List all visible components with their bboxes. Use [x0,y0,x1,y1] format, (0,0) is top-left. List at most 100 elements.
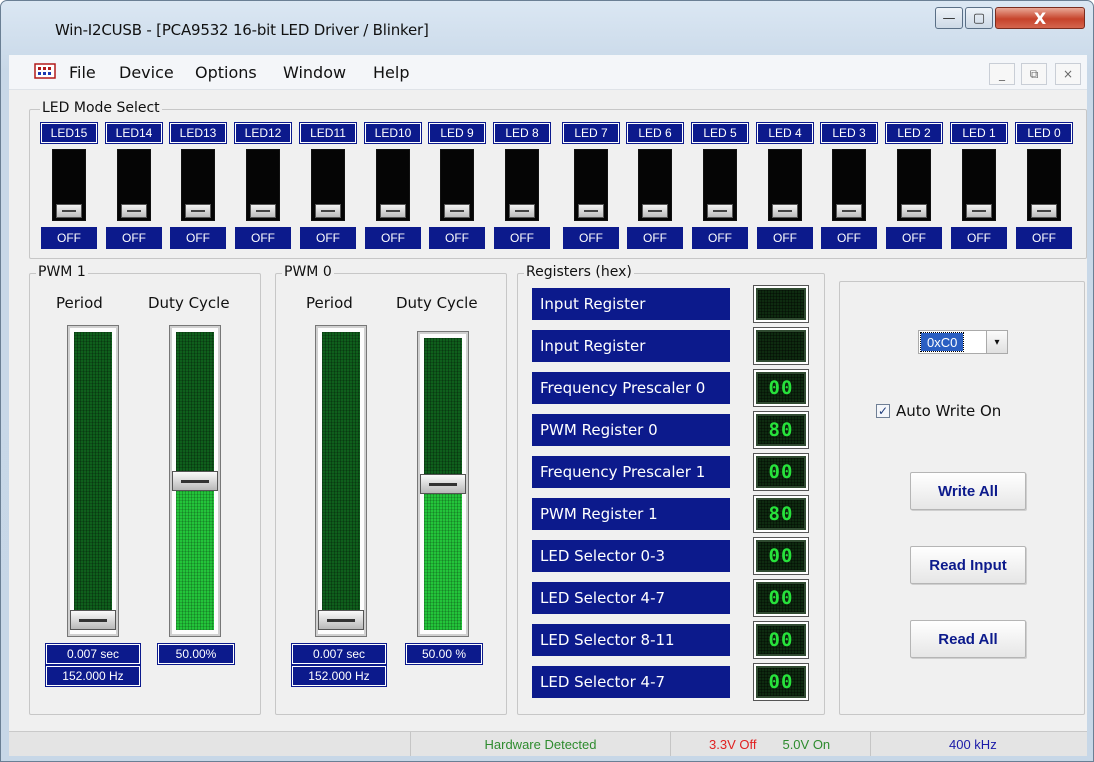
status-voltage: 3.3V Off 5.0V On [671,732,871,756]
led-mode-switch[interactable] [574,149,608,221]
led-mode-switch[interactable] [246,149,280,221]
pwm1-title: PWM 1 [36,264,88,280]
led-mode-switch[interactable] [703,149,737,221]
menu-bar: File Device Options Window Help _ ⧉ × [9,55,1087,90]
switch-knob[interactable] [315,204,341,218]
register-value [758,332,804,360]
address-select[interactable]: 0xC0 ▾ [918,330,1008,354]
switch-knob[interactable] [185,204,211,218]
checkmark-icon: ✓ [877,404,889,418]
status-bar: Hardware Detected 3.3V Off 5.0V On 400 k… [9,731,1087,756]
switch-knob[interactable] [772,204,798,218]
led-mode-switch[interactable] [376,149,410,221]
switch-knob[interactable] [836,204,862,218]
address-value: 0xC0 [919,332,965,352]
write-all-button[interactable]: Write All [910,472,1026,510]
led-state: OFF [365,227,421,249]
led-state: OFF [429,227,485,249]
led-mode-switch[interactable] [440,149,474,221]
led-mode-title: LED Mode Select [40,100,162,116]
pwm0-period-slider[interactable] [315,325,367,637]
mdi-minimize-button[interactable]: _ [989,63,1015,85]
led-label: LED 6 [626,122,684,144]
led-mode-switch[interactable] [897,149,931,221]
led-label: LED 9 [428,122,486,144]
chevron-down-icon[interactable]: ▾ [986,331,1007,353]
led-state: OFF [886,227,942,249]
led-mode-switch[interactable] [638,149,672,221]
register-label: LED Selector 8-11 [532,624,730,656]
register-value: 80 [758,500,804,528]
led-label: LED 5 [691,122,749,144]
auto-write-label[interactable]: Auto Write On [896,402,1001,420]
register-value: 00 [758,374,804,402]
led-state: OFF [300,227,356,249]
slider-thumb[interactable] [420,474,466,494]
register-value: 00 [758,542,804,570]
menu-help[interactable]: Help [373,63,409,82]
switch-knob[interactable] [56,204,82,218]
switch-knob[interactable] [380,204,406,218]
menu-window[interactable]: Window [283,63,346,82]
title-bar[interactable]: Win-I2CUSB - [PCA9532 16-bit LED Driver … [1,1,1093,55]
slider-thumb[interactable] [70,610,116,630]
switch-knob[interactable] [707,204,733,218]
menu-file[interactable]: File [69,63,96,82]
led-state: OFF [627,227,683,249]
led-mode-switch[interactable] [505,149,539,221]
slider-thumb[interactable] [172,471,218,491]
pwm0-duty-readout: 50.00 % [405,643,483,665]
status-speed-text: 400 kHz [949,736,997,752]
control-panel: 0xC0 ▾ ✓ Auto Write On Write All Read In… [839,281,1085,715]
menu-device[interactable]: Device [119,63,174,82]
led-mode-switch[interactable] [832,149,866,221]
app-icon[interactable] [34,61,56,81]
led-mode-switch[interactable] [117,149,151,221]
led-state: OFF [757,227,813,249]
switch-knob[interactable] [444,204,470,218]
pwm1-duty-readout: 50.00% [157,643,235,665]
led-mode-switch[interactable] [1027,149,1061,221]
maximize-icon: ▢ [972,10,986,26]
minimize-icon: — [942,10,956,26]
switch-knob[interactable] [642,204,668,218]
switch-knob[interactable] [578,204,604,218]
mdi-close-button[interactable]: × [1055,63,1081,85]
register-display: 80 [753,495,809,533]
minimize-icon: _ [999,67,1005,81]
slider-thumb[interactable] [318,610,364,630]
read-all-button[interactable]: Read All [910,620,1026,658]
read-input-button[interactable]: Read Input [910,546,1026,584]
menu-options[interactable]: Options [195,63,257,82]
led-mode-switch[interactable] [962,149,996,221]
register-display [753,285,809,323]
pwm1-period-slider[interactable] [67,325,119,637]
switch-knob[interactable] [901,204,927,218]
led-mode-switch[interactable] [768,149,802,221]
pwm1-duty-slider[interactable] [169,325,221,637]
close-button[interactable]: X [995,7,1085,29]
pwm0-duty-slider[interactable] [417,331,469,637]
register-label: LED Selector 0-3 [532,540,730,572]
register-label: Input Register [532,330,730,362]
register-label: Frequency Prescaler 0 [532,372,730,404]
switch-knob[interactable] [250,204,276,218]
mdi-restore-button[interactable]: ⧉ [1021,63,1047,85]
switch-knob[interactable] [509,204,535,218]
register-display: 00 [753,369,809,407]
slider-track [74,332,112,630]
led-mode-switch[interactable] [181,149,215,221]
register-display: 00 [753,579,809,617]
register-display: 00 [753,621,809,659]
pwm1-duty-label: Duty Cycle [148,294,230,312]
switch-knob[interactable] [966,204,992,218]
maximize-button[interactable]: ▢ [965,7,993,29]
auto-write-checkbox[interactable]: ✓ [876,404,890,418]
pwm0-title: PWM 0 [282,264,334,280]
switch-knob[interactable] [1031,204,1057,218]
minimize-button[interactable]: — [935,7,963,29]
switch-knob[interactable] [121,204,147,218]
led-mode-switch[interactable] [52,149,86,221]
led-mode-switch[interactable] [311,149,345,221]
led-label: LED11 [299,122,357,144]
